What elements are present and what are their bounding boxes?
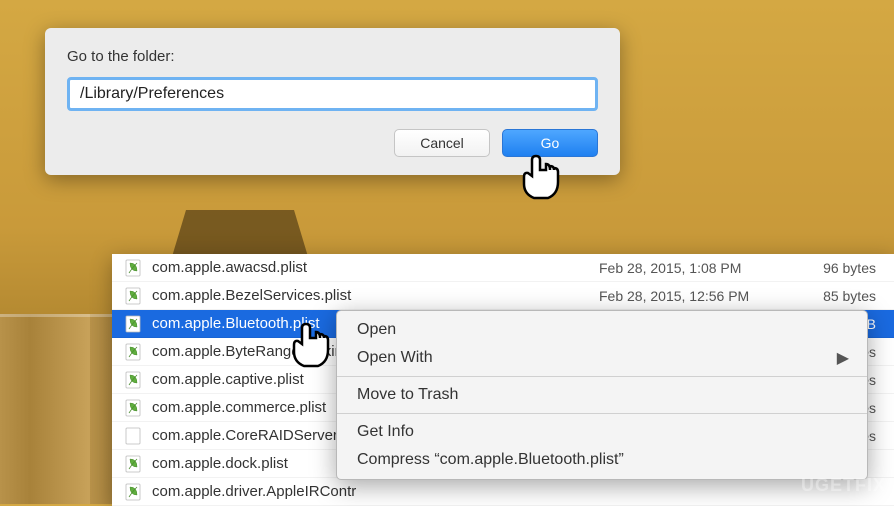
file-type-icon [124, 287, 142, 305]
file-type-icon [124, 371, 142, 389]
context-menu: Open Open With ▶ Move to Trash Get Info … [336, 310, 868, 480]
file-date: Feb 28, 2015, 1:08 PM [599, 260, 799, 276]
file-type-icon [124, 455, 142, 473]
file-row[interactable]: com.apple.BezelServices.plistFeb 28, 201… [112, 282, 894, 310]
file-row[interactable]: com.apple.driver.AppleIRContr [112, 478, 894, 506]
dialog-label: Go to the folder: [67, 48, 598, 65]
file-row[interactable]: com.apple.awacsd.plistFeb 28, 2015, 1:08… [112, 254, 894, 282]
file-size: 96 bytes [799, 260, 894, 276]
file-date: Feb 28, 2015, 12:56 PM [599, 288, 799, 304]
watermark: UGETFIX [801, 475, 886, 496]
folder-path-input[interactable] [67, 77, 598, 111]
menu-separator [337, 413, 867, 414]
menu-compress[interactable]: Compress “com.apple.Bluetooth.plist” [337, 446, 867, 474]
file-type-icon [124, 399, 142, 417]
file-type-icon [124, 343, 142, 361]
menu-open-with-label: Open With [357, 349, 433, 367]
menu-open[interactable]: Open [337, 316, 867, 344]
file-size: 85 bytes [799, 288, 894, 304]
file-name: com.apple.BezelServices.plist [152, 287, 599, 304]
submenu-arrow-icon: ▶ [837, 348, 849, 368]
menu-open-with[interactable]: Open With ▶ [337, 344, 867, 372]
cursor-hand-icon [518, 150, 562, 204]
cancel-button[interactable]: Cancel [394, 129, 490, 157]
menu-get-info[interactable]: Get Info [337, 418, 867, 446]
menu-move-to-trash[interactable]: Move to Trash [337, 381, 867, 409]
file-type-icon [124, 483, 142, 501]
file-type-icon [124, 259, 142, 277]
file-type-icon [124, 427, 142, 445]
file-name: com.apple.awacsd.plist [152, 259, 599, 276]
menu-separator [337, 376, 867, 377]
cursor-hand-icon [288, 318, 332, 372]
file-name: com.apple.driver.AppleIRContr [152, 483, 599, 500]
file-type-icon [124, 315, 142, 333]
